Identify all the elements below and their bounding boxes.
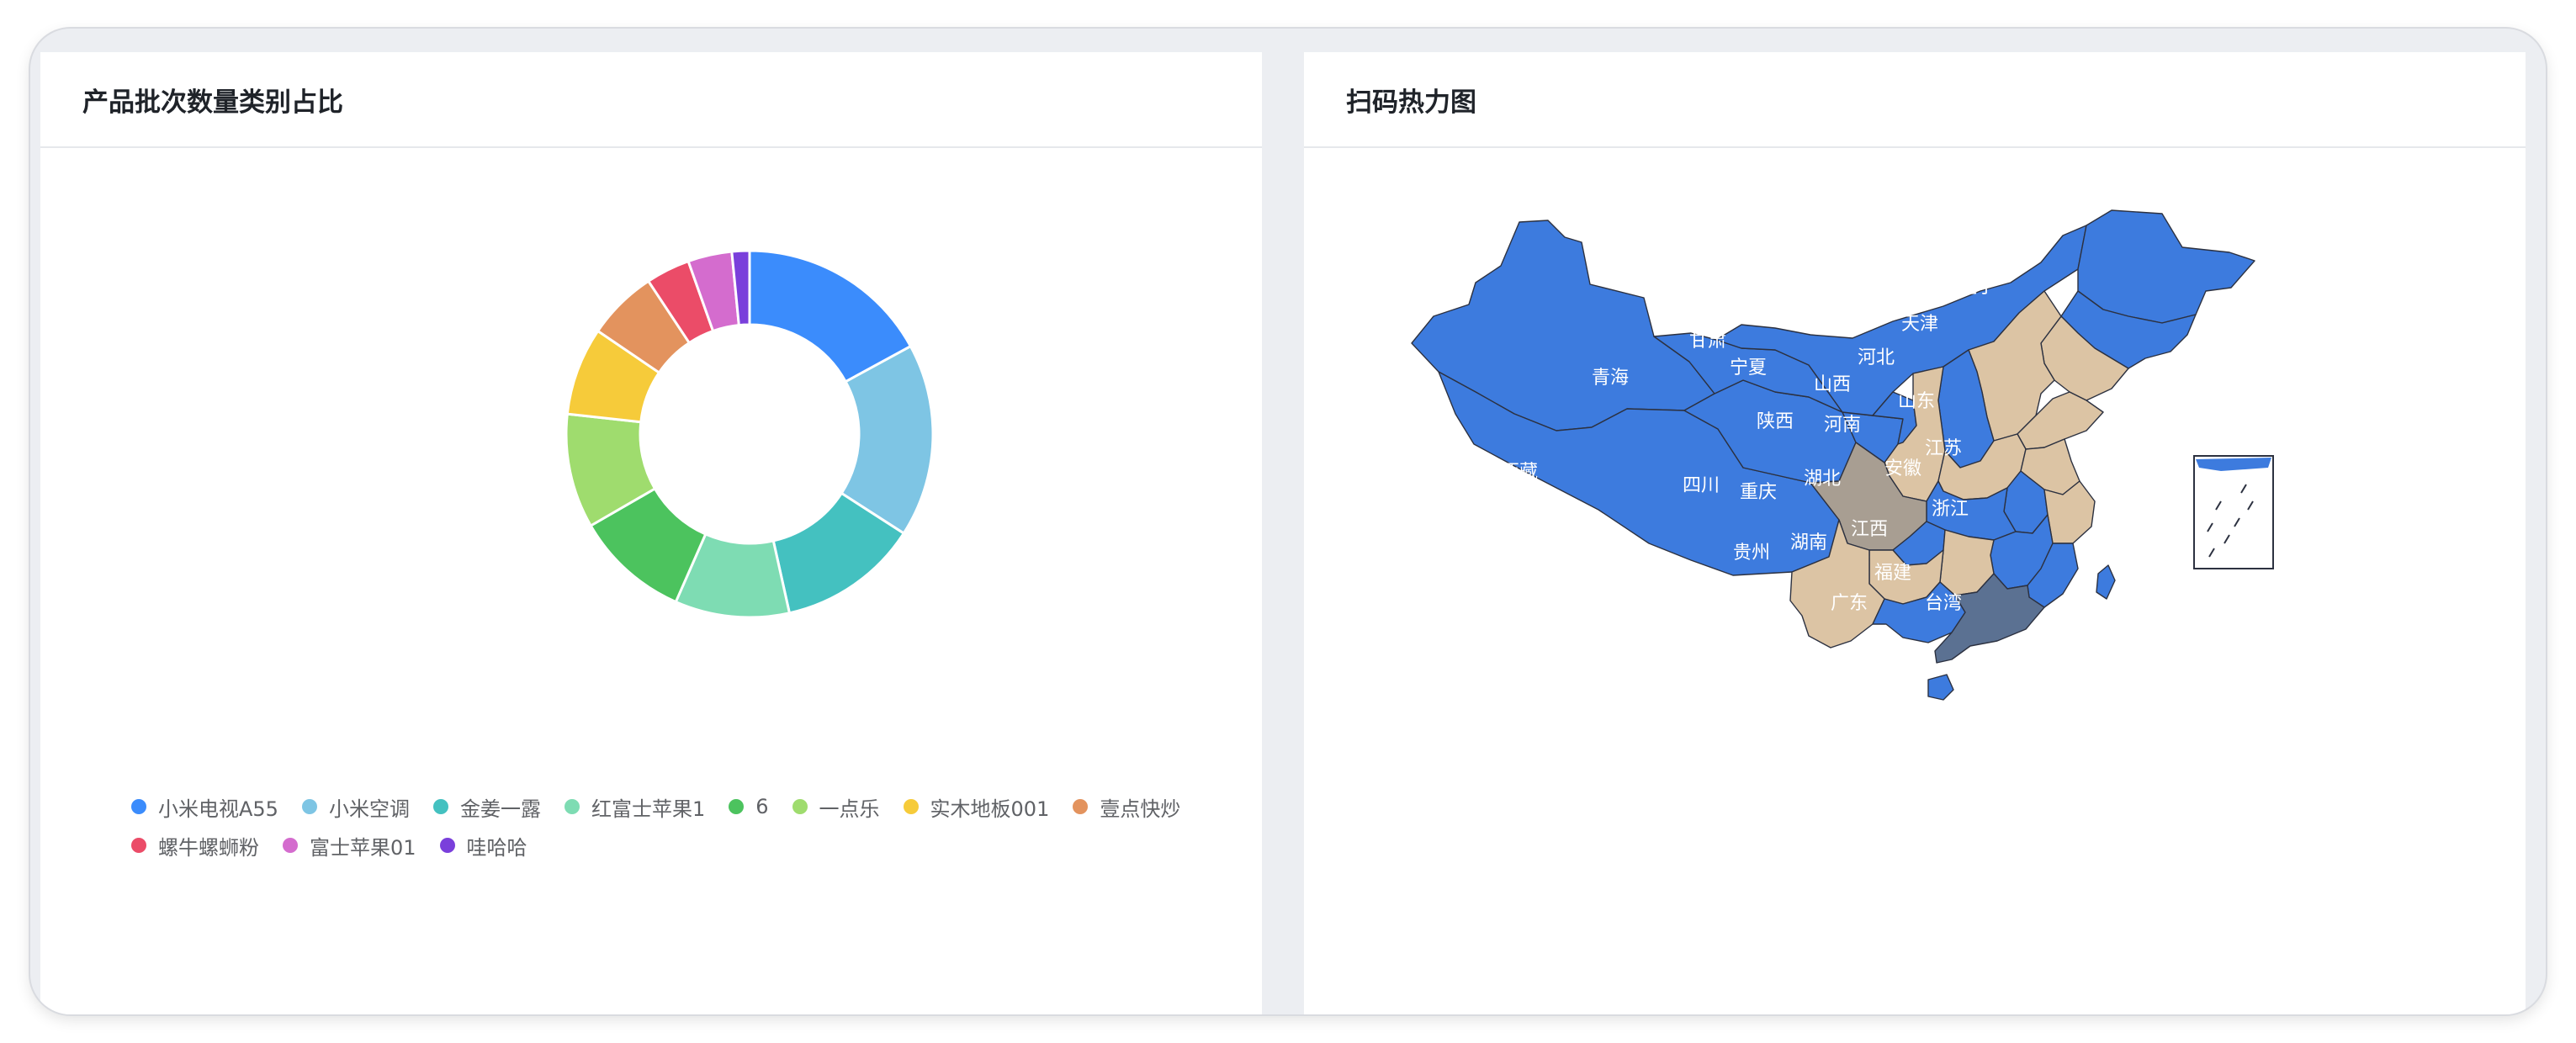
province-label-15: 河南 — [1824, 415, 1861, 436]
legend-item-5[interactable]: 一点乐 — [792, 796, 880, 821]
legend-dot-icon — [131, 838, 146, 853]
province-label-21: 浙江 — [1932, 499, 1969, 520]
donut-legend: 小米电视A55 小米空调 金姜一露 红富士苹果1 6 一点乐 实木地板001 壹点快炒螺牛螺蛳… — [131, 795, 1225, 860]
scan-heatmap-card-title: 扫码热力图 — [1304, 52, 2526, 148]
province-label-7: 山西 — [1814, 374, 1851, 395]
legend-label: 壹点快炒 — [1100, 797, 1181, 821]
province-label-4: 北京 — [1858, 294, 1895, 315]
scan-heatmap-card-body: 黑龙江吉林辽宁内蒙古北京天津河北山西山东新疆甘肃宁夏青海西藏陕西河南江苏安徽湖北… — [1304, 148, 2526, 1014]
legend-dot-icon — [131, 799, 146, 814]
legend-dot-icon — [283, 838, 298, 853]
province-label-29: 海南 — [1763, 674, 1800, 695]
province-label-5: 天津 — [1901, 314, 1938, 335]
legend-dot-icon — [903, 799, 919, 814]
legend-label: 6 — [755, 795, 769, 818]
legend-item-6[interactable]: 实木地板001 — [903, 796, 1049, 821]
legend-dot-icon — [432, 799, 448, 814]
province-label-23: 湖南 — [1790, 532, 1827, 553]
province-label-8: 山东 — [1898, 391, 1935, 412]
province-label-6: 河北 — [1858, 347, 1895, 368]
province-label-16: 江苏 — [1925, 438, 1962, 459]
province-label-18: 湖北 — [1804, 469, 1841, 490]
province-label-3: 内蒙古 — [1788, 253, 1843, 274]
province-label-2: 辽宁 — [1959, 277, 1996, 298]
legend-item-7[interactable]: 壹点快炒 — [1073, 796, 1180, 821]
category-donut-chart — [564, 249, 935, 619]
legend-label: 一点乐 — [819, 797, 880, 821]
legend-label: 富士苹果01 — [310, 835, 416, 860]
legend-item-3[interactable]: 红富士苹果1 — [564, 796, 705, 821]
legend-label: 哇哈哈 — [466, 835, 527, 860]
province-label-12: 青海 — [1592, 368, 1629, 389]
province-29[interactable] — [1927, 674, 1954, 701]
legend-item-1[interactable]: 小米空调 — [301, 796, 410, 821]
province-label-22: 江西 — [1851, 519, 1888, 540]
legend-item-0[interactable]: 小米电视A55 — [131, 796, 278, 821]
legend-item-9[interactable]: 富士苹果01 — [283, 834, 416, 860]
province-label-14: 陕西 — [1757, 411, 1794, 432]
legend-label: 金姜一露 — [459, 797, 541, 821]
province-label-24: 贵州 — [1733, 543, 1770, 564]
product-batch-card-body: 小米电视A55 小米空调 金姜一露 红富士苹果1 6 一点乐 实木地板001 壹点快炒螺牛螺蛳… — [40, 148, 1262, 1014]
legend-label: 红富士苹果1 — [591, 797, 706, 821]
province-label-26: 福建 — [1874, 563, 1911, 584]
china-heat-map: 黑龙江吉林辽宁内蒙古北京天津河北山西山东新疆甘肃宁夏青海西藏陕西河南江苏安徽湖北… — [1411, 177, 2274, 701]
province-label-27: 广西 — [1746, 590, 1784, 611]
legend-dot-icon — [439, 838, 455, 853]
legend-dot-icon — [792, 799, 808, 814]
legend-item-10[interactable]: 哇哈哈 — [439, 834, 527, 860]
province-30[interactable] — [2096, 564, 2116, 600]
province-label-0: 黑龙江 — [2020, 177, 2075, 199]
legend-dot-icon — [729, 799, 745, 814]
south-china-sea-inset — [2193, 455, 2274, 569]
legend-label: 小米电视A55 — [158, 797, 278, 821]
legend-label: 螺牛螺蛳粉 — [158, 835, 259, 860]
legend-item-8[interactable]: 螺牛螺蛳粉 — [131, 834, 259, 860]
legend-dot-icon — [1073, 799, 1089, 814]
province-label-1: 吉林 — [2001, 233, 2038, 254]
province-label-17: 安徽 — [1884, 458, 1921, 479]
product-batch-card-title: 产品批次数量类别占比 — [40, 52, 1262, 148]
province-label-20: 重庆 — [1740, 482, 1777, 503]
legend-label: 实木地板001 — [930, 797, 1050, 821]
province-label-10: 甘肃 — [1689, 331, 1726, 352]
province-label-19: 四川 — [1683, 475, 1720, 496]
province-label-11: 宁夏 — [1730, 357, 1767, 379]
legend-label: 小米空调 — [328, 797, 410, 821]
legend-item-4[interactable]: 6 — [729, 795, 769, 818]
province-label-25: 云南 — [1656, 573, 1693, 594]
province-label-28: 广东 — [1831, 593, 1868, 614]
province-5[interactable] — [2077, 209, 2255, 324]
dashboard-window: 产品批次数量类别占比 小米电视A55 小米空调 金姜一露 红富士苹果1 6 一点乐 实木地板… — [30, 29, 2546, 1014]
legend-dot-icon — [301, 799, 317, 814]
province-label-30: 台湾 — [1925, 593, 1962, 614]
legend-item-2[interactable]: 金姜一露 — [432, 796, 541, 821]
province-label-13: 西藏 — [1501, 462, 1538, 483]
map-provinces — [1411, 209, 2255, 701]
scan-heatmap-card: 扫码热力图 黑龙江吉林辽宁内蒙古北京天津河北山西山东新疆甘肃宁夏青海西藏陕西河南… — [1304, 52, 2526, 1014]
legend-dot-icon — [564, 799, 580, 814]
product-batch-card: 产品批次数量类别占比 小米电视A55 小米空调 金姜一露 红富士苹果1 6 一点乐 实木地板… — [40, 52, 1262, 1014]
